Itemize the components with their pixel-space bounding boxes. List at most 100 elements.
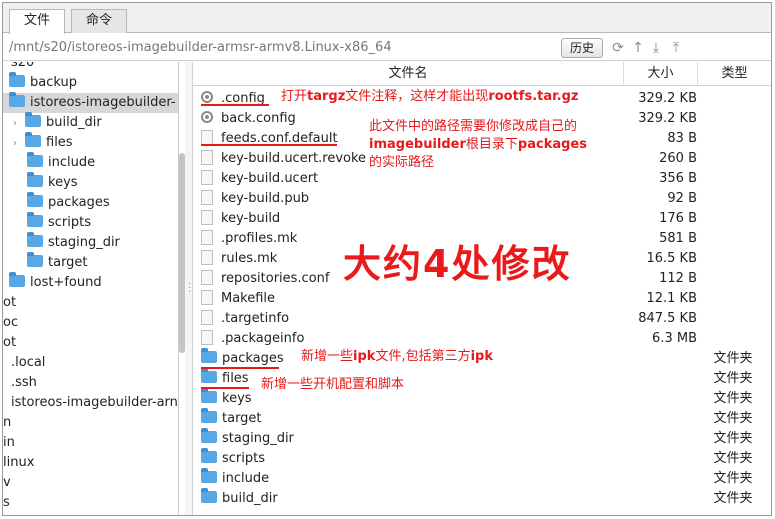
tree-item[interactable]: istoreos-imagebuilder-arn — [3, 393, 178, 413]
tree-item[interactable]: staging_dir — [3, 232, 178, 253]
table-row[interactable]: build_dir 文件夹 — [193, 488, 771, 509]
file-name-label: back.config — [221, 111, 296, 126]
tree-item[interactable]: backup — [3, 72, 178, 93]
column-name[interactable]: 文件名 — [193, 62, 623, 86]
table-row[interactable]: Makefile 12.1 KB — [193, 289, 771, 309]
table-row[interactable]: staging_dir 文件夹 — [193, 428, 771, 449]
file-size: 356 B — [659, 171, 697, 186]
tree-item-label: n — [3, 415, 12, 430]
tree-item-label: v — [3, 475, 11, 490]
column-type[interactable]: 类型 — [697, 62, 771, 86]
annotation-feeds-line2: imagebuilder根目录下packages — [369, 137, 587, 152]
tree-item[interactable]: target — [3, 252, 178, 273]
folder-icon — [201, 468, 217, 483]
download-icon[interactable]: ⤓ — [648, 40, 664, 56]
tree-item[interactable]: linux — [3, 453, 178, 473]
tab-files[interactable]: 文件 — [9, 9, 65, 34]
tree-item[interactable]: › files — [3, 132, 178, 154]
tree-item[interactable]: s — [3, 493, 178, 513]
table-row[interactable]: target 文件夹 — [193, 408, 771, 429]
file-size: 12.1 KB — [646, 291, 697, 306]
folder-icon — [201, 428, 217, 443]
file-type: 文件夹 — [713, 411, 753, 426]
tree-item[interactable]: in — [3, 433, 178, 453]
tree-item-label: staging_dir — [48, 235, 120, 250]
file-type: 文件夹 — [713, 491, 753, 506]
table-row[interactable]: key-build.pub 92 B — [193, 189, 771, 209]
tree-item-label: target — [48, 255, 88, 270]
tree-item-label: linux — [3, 455, 35, 470]
tree-item[interactable]: v — [3, 473, 178, 493]
tree-item-label: ot — [3, 295, 17, 310]
history-button[interactable]: 历史 — [561, 38, 603, 58]
tree-item-label: s — [3, 495, 10, 510]
annotation-feeds-line1: 此文件中的路径需要你修改成自己的 — [369, 119, 578, 134]
annotation-underline-packages — [201, 367, 279, 369]
tree-item[interactable]: › build_dir — [3, 112, 178, 134]
tree-item-label: packages — [48, 195, 110, 210]
folder-icon — [201, 408, 217, 423]
annotation-feeds-line3: 的实际路径 — [369, 155, 435, 170]
tree-item[interactable]: n — [3, 413, 178, 433]
tree-item-label: scripts — [48, 215, 91, 230]
annotation-files: 新增一些开机配置和脚本 — [261, 377, 405, 392]
file-name: scripts — [201, 448, 265, 469]
folder-icon — [9, 92, 25, 107]
file-name-label: key-build — [221, 211, 281, 226]
tree-item-label: .local — [11, 355, 46, 370]
file-icon — [201, 150, 213, 165]
tree-item[interactable]: oc — [3, 313, 178, 333]
tree-item-label: in — [3, 435, 15, 450]
tree-item[interactable]: .local — [3, 353, 178, 373]
table-row[interactable]: scripts 文件夹 — [193, 448, 771, 469]
table-row[interactable]: key-build 176 B — [193, 209, 771, 229]
column-size[interactable]: 大小 — [623, 62, 697, 86]
file-type: 文件夹 — [713, 471, 753, 486]
file-name-label: Makefile — [221, 291, 276, 306]
annotation-big-title: 大约4处修改 — [343, 242, 572, 286]
tree-item[interactable]: s20 — [3, 62, 178, 73]
folder-icon — [201, 348, 217, 363]
chevron-right-icon[interactable]: › — [13, 114, 25, 134]
file-name: .config — [201, 89, 265, 109]
tree-item[interactable]: include — [3, 152, 178, 173]
file-size: 6.3 MB — [652, 331, 697, 346]
tree-item[interactable]: scripts — [3, 212, 178, 233]
tab-commands[interactable]: 命令 — [71, 9, 127, 33]
tree-item[interactable]: keys — [3, 172, 178, 193]
table-row[interactable]: .targetinfo 847.5 KB — [193, 309, 771, 329]
file-name: .packageinfo — [201, 329, 304, 349]
file-name-label: key-build.pub — [221, 191, 310, 206]
file-name: Makefile — [201, 289, 275, 309]
tree-item-label: backup — [30, 75, 77, 90]
up-icon[interactable]: ↑ — [630, 40, 646, 56]
tab-bar: 文件 命令 — [3, 3, 771, 34]
file-name-label: rules.mk — [221, 251, 278, 266]
file-type: 文件夹 — [713, 351, 753, 366]
table-header: 文件名 大小 类型 — [193, 62, 771, 86]
path-input[interactable]: /mnt/s20/istoreos-imagebuilder-armsr-arm… — [9, 40, 392, 55]
annotation-packages: 新增一些ipk文件,包括第三方ipk — [301, 349, 493, 364]
table-row[interactable]: include 文件夹 — [193, 468, 771, 489]
refresh-icon[interactable]: ⟳ — [610, 40, 626, 56]
chevron-right-icon[interactable]: › — [13, 134, 25, 154]
file-name-label: include — [222, 471, 270, 486]
table-row[interactable]: key-build.ucert 356 B — [193, 169, 771, 189]
tree-item[interactable]: .ssh — [3, 373, 178, 393]
folder-icon — [27, 172, 43, 187]
tree-item[interactable]: lost+found — [3, 272, 178, 293]
tree-item[interactable]: packages — [3, 192, 178, 213]
file-name: key-build — [201, 209, 280, 229]
tree-item[interactable]: ot — [3, 293, 178, 313]
upload-icon[interactable]: ⤒ — [668, 40, 684, 56]
file-icon — [201, 170, 213, 185]
file-name: keys — [201, 388, 252, 409]
file-name: build_dir — [201, 488, 278, 509]
tree-item[interactable]: ot — [3, 333, 178, 353]
tree-item-label: lost+found — [30, 275, 102, 290]
file-name-label: repositories.conf — [221, 271, 330, 286]
table-row[interactable]: .packageinfo 6.3 MB — [193, 329, 771, 349]
tree-item[interactable]: istoreos-imagebuilder- — [3, 92, 178, 113]
tree-item-label: .ssh — [11, 375, 37, 390]
file-name: .targetinfo — [201, 309, 289, 329]
